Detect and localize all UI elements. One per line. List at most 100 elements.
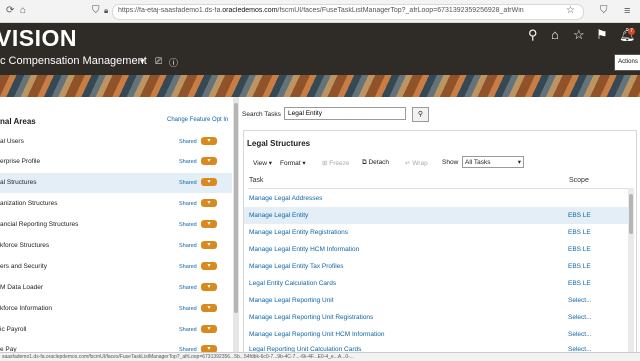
functional-area-label[interactable]: M Data Loader (0, 284, 43, 291)
freeze-button[interactable]: ⊞ Freeze (322, 159, 350, 167)
bookmark-star-icon[interactable]: ☆ (566, 5, 575, 17)
shared-label: Shared (179, 139, 197, 145)
functional-area-row[interactable]: ic Payroll Shared ▾ (0, 320, 232, 340)
flag-icon[interactable]: ⚑ (596, 28, 608, 42)
scope-column-header[interactable]: Scope (569, 177, 589, 184)
header-divider (248, 188, 628, 189)
favorites-star-icon[interactable]: ☆ (573, 28, 585, 42)
actions-dropdown-button[interactable]: ▾ (201, 157, 217, 165)
shared-label: Shared (179, 285, 197, 291)
monitor-icon[interactable]: ⎚ (155, 56, 162, 67)
functional-area-label[interactable]: erprise Profile (0, 158, 40, 165)
home-icon[interactable]: ⌂ (551, 28, 559, 42)
vision-logo[interactable]: VISION (0, 25, 77, 52)
pocket-icon[interactable]: ⛉ (600, 5, 608, 17)
format-menu[interactable]: Format ▾ (280, 159, 306, 167)
wrap-button[interactable]: ↵ Wrap (405, 159, 428, 167)
functional-area-row[interactable]: al Users Shared ▾ (0, 132, 232, 152)
functional-area-label[interactable]: ers and Security (0, 263, 47, 270)
functional-area-row[interactable]: erprise Profile Shared ▾ (0, 152, 232, 172)
functional-area-label[interactable]: kforce Structures (0, 242, 49, 249)
functional-area-row[interactable]: ers and Security Shared ▾ (0, 257, 232, 277)
functional-area-row[interactable]: kforce Information Shared ▾ (0, 299, 232, 319)
help-icon[interactable]: ⓘ (169, 56, 178, 69)
table-row[interactable]: Manage Legal Entity HCM Information EBS … (244, 241, 628, 258)
functional-area-row[interactable]: ancial Reporting Structures Shared ▾ (0, 215, 232, 235)
shared-label: Shared (179, 327, 197, 333)
detach-button[interactable]: ⧉ Detach (362, 159, 389, 167)
table-row[interactable]: Legal Entity Calculation Cards EBS LE (244, 275, 628, 292)
functional-area-label[interactable]: anization Structures (0, 200, 57, 207)
search-tasks-input[interactable] (284, 107, 406, 120)
table-row[interactable]: Manage Legal Entity Registrations EBS LE (244, 224, 628, 241)
functional-area-row[interactable]: kforce Structures Shared ▾ (0, 236, 232, 256)
task-link[interactable]: Manage Legal Entity (249, 212, 308, 219)
functional-area-label[interactable]: ancial Reporting Structures (0, 221, 78, 228)
scope-link[interactable]: EBS LE (568, 229, 591, 236)
shared-label: Shared (179, 243, 197, 249)
menu-icon[interactable]: ≡ (624, 5, 630, 17)
shared-label: Shared (179, 180, 197, 186)
task-link[interactable]: Legal Entity Calculation Cards (249, 280, 336, 287)
shared-label: Shared (179, 264, 197, 270)
table-row[interactable]: Manage Legal Addresses (244, 190, 628, 207)
functional-area-label[interactable]: kforce Information (0, 305, 52, 312)
task-link[interactable]: Manage Legal Entity Registrations (249, 229, 348, 236)
scope-link[interactable]: Select... (568, 331, 591, 338)
table-row[interactable]: Manage Legal Reporting Unit Registration… (244, 309, 628, 326)
show-label: Show (442, 159, 459, 166)
show-select[interactable]: All Tasks ▾ (462, 156, 524, 168)
actions-dropdown-button[interactable]: ▾ (201, 178, 217, 186)
actions-dropdown-button[interactable]: ▾ (201, 283, 217, 291)
actions-button[interactable]: Actions (614, 54, 640, 71)
task-link[interactable]: Manage Legal Reporting Unit Registration… (249, 314, 373, 321)
functional-area-label[interactable]: al Structures (0, 179, 37, 186)
actions-dropdown-button[interactable]: ▾ (201, 220, 217, 228)
scope-link[interactable]: Select... (568, 297, 591, 304)
functional-area-row[interactable]: M Data Loader Shared ▾ (0, 278, 232, 298)
shared-label: Shared (179, 159, 197, 165)
table-row[interactable]: Manage Legal Entity Tax Profiles EBS LE (244, 258, 628, 275)
scope-link[interactable]: Select... (568, 314, 591, 321)
chevron-down-icon: ▾ (517, 159, 521, 166)
task-link[interactable]: Manage Legal Entity HCM Information (249, 246, 359, 253)
task-link[interactable]: Manage Legal Reporting Unit (249, 297, 334, 304)
task-column-header[interactable]: Task (249, 177, 263, 184)
functional-area-row[interactable]: anization Structures Shared ▾ (0, 194, 232, 214)
lock-icon[interactable]: 🔒︎ (104, 5, 108, 17)
search-icon[interactable]: ⚲ (528, 28, 538, 42)
actions-dropdown-button[interactable]: ▾ (201, 304, 217, 312)
url-text[interactable]: https://fa-etaj-saasfademo1.ds-fa.oracle… (118, 7, 558, 14)
task-link[interactable]: Manage Legal Reporting Unit HCM Informat… (249, 331, 384, 338)
search-button[interactable]: ⚲ (412, 107, 429, 122)
table-row[interactable]: Manage Legal Reporting Unit Select... (244, 292, 628, 309)
shield-icon[interactable]: ⛉ (92, 5, 100, 17)
notification-badge: 7 (628, 28, 635, 35)
left-scrollbar-thumb[interactable] (234, 103, 238, 313)
scope-link[interactable]: EBS LE (568, 246, 591, 253)
shared-label: Shared (179, 201, 197, 207)
scope-link[interactable]: EBS LE (568, 263, 591, 270)
app-header (0, 23, 640, 75)
task-link[interactable]: Manage Legal Entity Tax Profiles (249, 263, 344, 270)
table-row-selected[interactable]: Manage Legal Entity EBS LE (244, 207, 628, 224)
functional-area-label[interactable]: al Users (0, 138, 24, 145)
actions-dropdown-button[interactable]: ▾ (201, 241, 217, 249)
view-menu[interactable]: View ▾ (253, 159, 272, 167)
functional-area-row-selected[interactable]: al Structures Shared ▾ (0, 173, 232, 193)
functional-area-label[interactable]: ic Payroll (0, 326, 26, 333)
actions-dropdown-button[interactable]: ▾ (201, 262, 217, 270)
decorative-banner (0, 75, 640, 97)
actions-dropdown-button[interactable]: ▾ (201, 199, 217, 207)
home-icon[interactable]: ⌂ (20, 5, 26, 17)
dropdown-menu-icon[interactable]: ▾ (140, 56, 145, 67)
task-link[interactable]: Manage Legal Addresses (249, 195, 322, 202)
shared-label: Shared (179, 306, 197, 312)
refresh-icon[interactable]: ⟳ (6, 5, 14, 17)
scope-link[interactable]: EBS LE (568, 212, 591, 219)
actions-dropdown-button[interactable]: ▾ (201, 137, 217, 145)
actions-dropdown-button[interactable]: ▾ (201, 325, 217, 333)
table-scrollbar-thumb[interactable] (629, 194, 633, 234)
scope-link[interactable]: EBS LE (568, 280, 591, 287)
change-feature-opt-in-link[interactable]: Change Feature Opt In (167, 117, 228, 123)
